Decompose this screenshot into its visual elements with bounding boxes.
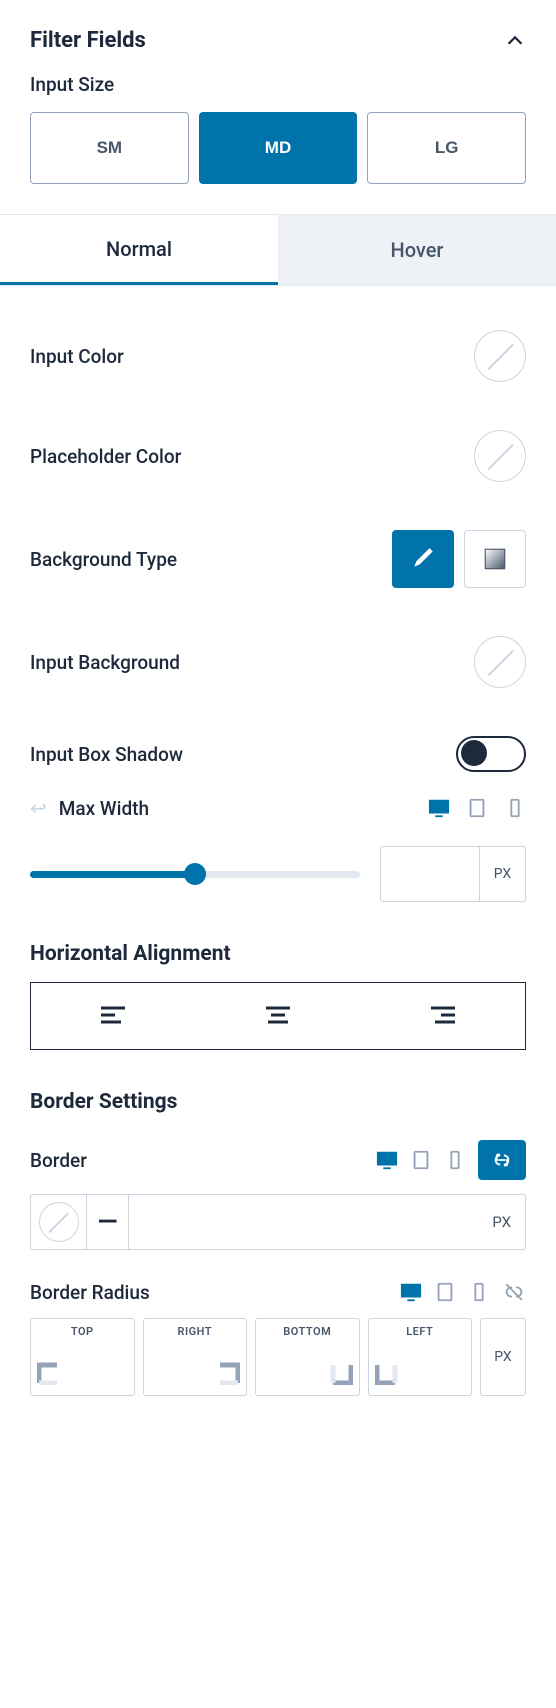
radius-right-input[interactable]: RIGHT [143,1318,248,1396]
bg-type-gradient-button[interactable] [464,530,526,588]
input-background-row: Input Background [0,612,556,712]
input-background-label: Input Background [30,651,180,674]
slider-fill [30,871,195,878]
radius-bottom-input[interactable]: BOTTOM [255,1318,360,1396]
reset-icon[interactable]: ↩ [30,796,47,820]
placeholder-color-label: Placeholder Color [30,445,181,468]
border-color-picker[interactable] [31,1195,87,1249]
size-lg-button[interactable]: LG [367,112,526,184]
border-label: Border [30,1149,87,1172]
background-type-row: Background Type [0,506,556,612]
align-center-button[interactable] [196,983,361,1049]
section-title: Filter Fields [30,28,146,53]
slider-thumb[interactable] [184,863,206,885]
radius-desktop-icon[interactable] [400,1282,422,1302]
border-mobile-icon[interactable] [444,1150,466,1170]
tab-hover[interactable]: Hover [278,215,556,285]
radius-left-input[interactable]: LEFT [368,1318,473,1396]
toggle-knob [461,740,487,766]
border-unit: PX [492,1213,511,1231]
input-size-label: Input Size [30,73,526,96]
input-box-shadow-label: Input Box Shadow [30,743,183,766]
input-size-group: SM MD LG [30,112,526,184]
input-box-shadow-row: Input Box Shadow [0,712,556,796]
tab-normal[interactable]: Normal [0,215,278,285]
radius-unlink-button[interactable] [502,1280,526,1304]
border-tablet-icon[interactable] [410,1150,432,1170]
device-switcher [428,798,526,818]
border-settings-section: Border Settings Border — PX Border Radiu… [0,1080,556,1416]
placeholder-color-row: Placeholder Color [0,406,556,506]
section-header[interactable]: Filter Fields [0,0,556,73]
input-color-label: Input Color [30,345,124,368]
max-width-section: ↩ Max Width PX [0,796,556,932]
placeholder-color-picker[interactable] [474,430,526,482]
align-right-button[interactable] [360,983,525,1049]
input-background-picker[interactable] [474,636,526,688]
radius-tablet-icon[interactable] [434,1282,456,1302]
max-width-slider[interactable] [30,864,360,884]
border-width-input[interactable]: PX [129,1195,525,1249]
radius-mobile-icon[interactable] [468,1282,490,1302]
state-tabs: Normal Hover [0,214,556,286]
size-md-button[interactable]: MD [199,112,358,184]
border-desktop-icon[interactable] [376,1150,398,1170]
size-sm-button[interactable]: SM [30,112,189,184]
max-width-unit[interactable]: PX [480,846,526,902]
chevron-up-icon[interactable] [504,30,526,52]
mobile-icon[interactable] [504,798,526,818]
background-type-label: Background Type [30,548,177,571]
border-style-picker[interactable]: — [87,1195,129,1249]
max-width-input[interactable] [380,846,480,902]
radius-unit[interactable]: PX [480,1318,526,1396]
horizontal-alignment-label: Horizontal Alignment [30,942,526,966]
border-link-button[interactable] [478,1140,526,1180]
input-color-picker[interactable] [474,330,526,382]
align-left-button[interactable] [31,983,196,1049]
box-shadow-toggle[interactable] [456,736,526,772]
radius-inputs: TOP RIGHT BOTTOM LEFT PX [30,1318,526,1396]
desktop-icon[interactable] [428,798,450,818]
horizontal-alignment-section: Horizontal Alignment [0,932,556,1080]
radius-top-input[interactable]: TOP [30,1318,135,1396]
tablet-icon[interactable] [466,798,488,818]
border-input-row: — PX [30,1194,526,1250]
input-color-row: Input Color [0,306,556,406]
border-settings-label: Border Settings [30,1090,526,1114]
bg-type-classic-button[interactable] [392,530,454,588]
max-width-label: Max Width [59,797,149,820]
border-radius-label: Border Radius [30,1281,150,1304]
